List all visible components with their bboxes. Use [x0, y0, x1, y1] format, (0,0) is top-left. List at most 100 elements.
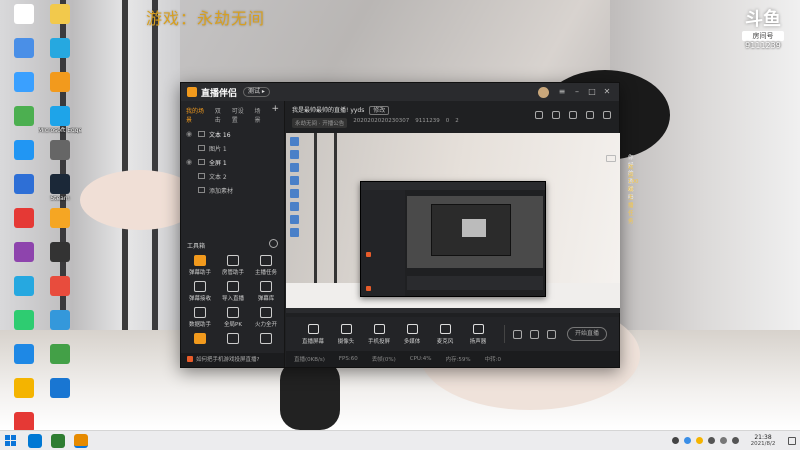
chat-message: 欢迎100级 主播任务 [628, 165, 639, 225]
tray-icon[interactable] [684, 437, 691, 444]
viewer-count: 2 [455, 118, 459, 124]
play-icon [406, 323, 418, 334]
app-icon [14, 72, 34, 92]
app-icon [14, 208, 34, 228]
app-icon [14, 106, 34, 126]
nested-preview-window [360, 181, 546, 297]
recursive-center [462, 219, 486, 237]
start-button[interactable] [3, 431, 19, 450]
media-button[interactable]: 多媒体 [397, 323, 427, 345]
room-number: 9111239 [415, 118, 440, 124]
tray-icon[interactable] [732, 437, 739, 444]
share-icon[interactable] [535, 111, 543, 119]
clock-time: 21:38 [754, 433, 772, 441]
tray-icon[interactable] [720, 437, 727, 444]
app-icon [14, 344, 34, 364]
speaker-button[interactable]: 扬声器 [463, 323, 493, 345]
record-icon[interactable] [513, 329, 522, 339]
taskbar-app-icon[interactable] [28, 433, 42, 448]
eye-icon[interactable]: ◉ [186, 130, 194, 138]
source-item[interactable]: 图片 1 [181, 141, 284, 155]
tray-icon[interactable] [672, 437, 679, 444]
system-tray [672, 437, 744, 444]
nested-preview [407, 196, 543, 268]
stream-preview[interactable] [286, 133, 620, 313]
settings-gear-icon[interactable] [547, 329, 556, 339]
window-titlebar[interactable]: 直播伴侣 测试 ▸ ≡ – □ ✕ [181, 83, 619, 101]
app-icon [14, 140, 34, 160]
lock-icon[interactable] [552, 111, 560, 119]
source-item[interactable]: 添加素材 [181, 183, 284, 197]
chat-lock-icon[interactable] [606, 155, 616, 162]
taskbar-clock[interactable]: 21:38 2021/8/2 [744, 434, 782, 448]
menu-icon[interactable]: ≡ [556, 86, 568, 98]
edit-title-button[interactable]: 修改 [369, 106, 390, 115]
tray-icon[interactable] [696, 437, 703, 444]
source-label: 添加素材 [209, 187, 234, 195]
microphone-icon [439, 323, 451, 334]
source-label: 文本 16 [209, 131, 231, 139]
tool-label: 房管助手 [221, 270, 244, 276]
preview-icon [290, 215, 299, 224]
tray-icon[interactable] [708, 437, 715, 444]
eye-icon[interactable]: ◉ [186, 158, 194, 166]
source-controls: 直播屏幕 摄像头 手机投屏 多媒体 麦克风 扬声器 开始直播 [286, 317, 619, 351]
app-icon [50, 106, 70, 126]
version-badge[interactable]: 测试 ▸ [243, 87, 270, 97]
screen-capture-button[interactable]: 直播屏幕 [298, 323, 328, 345]
nested-sidebar [361, 190, 405, 296]
tool-icon [260, 333, 272, 344]
source-label: 全屏 1 [209, 159, 227, 167]
toolbox-title: 工具箱 [187, 243, 206, 250]
status-bitrate: 直播(0KB/s) [294, 357, 325, 363]
tab-scene-3[interactable]: 可设置 [232, 106, 250, 124]
app-icon [14, 4, 34, 24]
source-item[interactable]: ◉ 文本 16 [181, 127, 284, 141]
close-icon[interactable]: ✕ [601, 86, 613, 98]
source-item[interactable]: 文本 2 [181, 169, 284, 183]
settings-icon[interactable] [603, 111, 611, 119]
add-scene-icon[interactable]: + [271, 105, 279, 124]
source-item[interactable]: ◉ 全屏 1 [181, 155, 284, 169]
live-companion-window[interactable]: 直播伴侣 测试 ▸ ≡ – □ ✕ 我的场景 双击 可设置 场景 + ◉ 文本 1… [180, 82, 639, 368]
phone-cast-button[interactable]: 手机投屏 [364, 323, 394, 345]
avatar[interactable] [538, 86, 549, 98]
tab-my-scene[interactable]: 我的场景 [186, 106, 210, 124]
bell-icon[interactable] [586, 111, 594, 119]
eye-icon[interactable] [530, 329, 539, 339]
taskbar-app-icon[interactable] [74, 433, 88, 448]
notification-icon[interactable] [788, 436, 796, 445]
tab-scene-4[interactable]: 场景 [255, 106, 267, 124]
control-label: 扬声器 [469, 338, 487, 345]
app-icon [50, 242, 70, 262]
gear-icon[interactable] [269, 239, 278, 248]
douyu-watermark: 斗鱼 房间号 9111239 [738, 10, 788, 51]
minimize-icon[interactable]: – [571, 86, 583, 98]
app-icon [50, 208, 70, 228]
status-memory: 内存:59% [445, 357, 471, 363]
stream-title-text: 我是最帅最帅的直播! [292, 107, 349, 114]
camera-button[interactable]: 摄像头 [331, 323, 361, 345]
douyu-logo-icon: 斗鱼 [745, 9, 781, 30]
tab-scene-2[interactable]: 双击 [215, 106, 227, 124]
microphone-button[interactable]: 麦克风 [430, 323, 460, 345]
tool-icon [227, 255, 239, 266]
taskbar-app-icon[interactable] [51, 433, 65, 448]
main-panel: 我是最帅最帅的直播! yyds 修改 永劫无间 · 开播公告 202020202… [286, 101, 639, 367]
tool-icon [260, 255, 272, 266]
app-icon [50, 72, 70, 92]
start-live-button[interactable]: 开始直播 [567, 327, 607, 341]
taskbar-apps [19, 433, 88, 448]
wallpaper-figure [280, 360, 340, 430]
tool-icon [194, 333, 206, 344]
app-icon [50, 310, 70, 330]
sidebar-tip[interactable]: 如何把手机游戏投屏直播? [181, 353, 284, 367]
phone-icon [373, 323, 385, 334]
app-icon [14, 412, 34, 432]
category-pill[interactable]: 永劫无间 · 开播公告 [292, 118, 348, 128]
tool-icon [194, 255, 206, 266]
preview-icon [290, 137, 299, 146]
source-type-icon [198, 131, 205, 137]
maximize-icon[interactable]: □ [586, 86, 598, 98]
message-icon[interactable] [569, 111, 577, 119]
